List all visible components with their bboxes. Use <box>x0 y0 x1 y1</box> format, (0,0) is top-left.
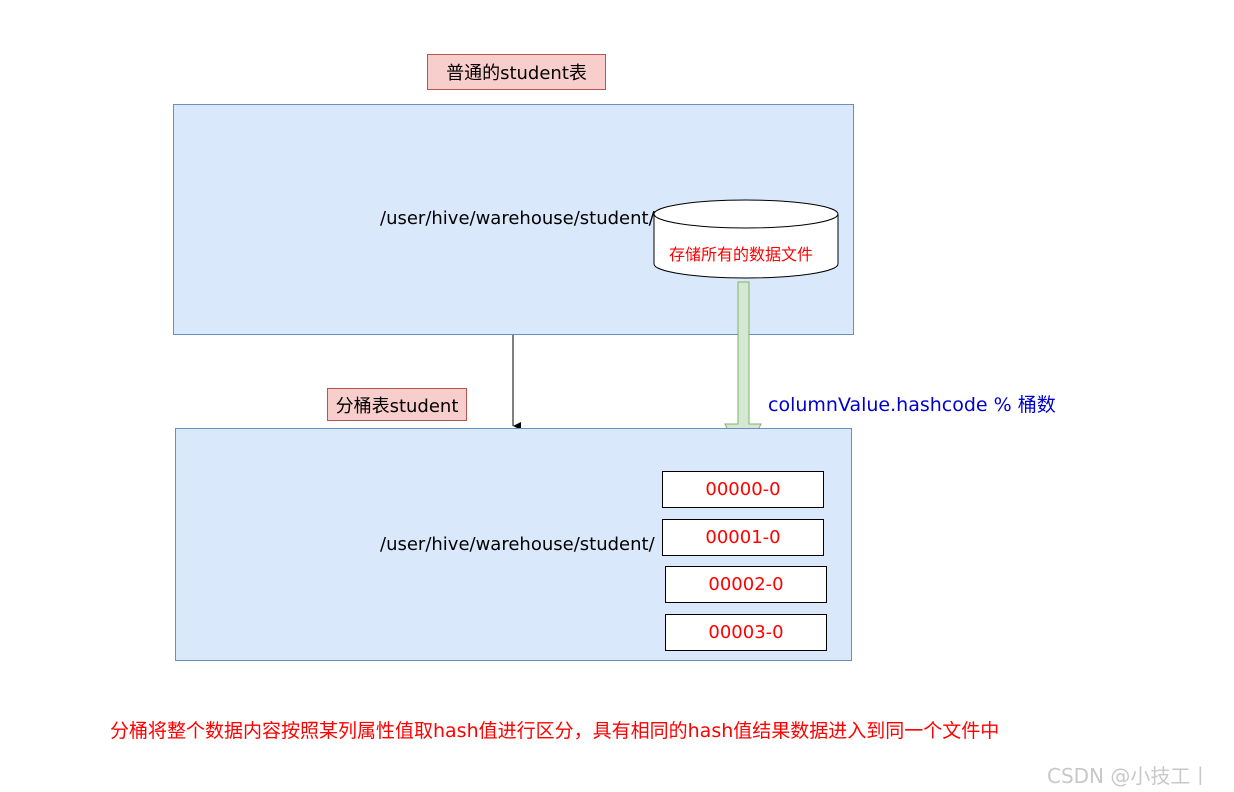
bucket-file-label: 00000-0 <box>705 479 781 500</box>
bucketing-caption: 分桶将整个数据内容按照某列属性值取hash值进行区分，具有相同的hash值结果数… <box>110 720 1000 742</box>
bucket-file: 00000-0 <box>662 471 824 508</box>
csdn-watermark: CSDN @小技工丨 <box>1047 764 1211 788</box>
bucket-file: 00003-0 <box>665 614 827 651</box>
bucket-table-label-text: 分桶表student <box>335 395 459 417</box>
bucket-file: 00002-0 <box>665 566 827 603</box>
bucket-table-label: 分桶表student <box>327 388 467 421</box>
bucket-file-label: 00001-0 <box>705 527 781 548</box>
bucket-file-label: 00002-0 <box>708 574 784 595</box>
bucket-table-path: /user/hive/warehouse/student/ <box>380 534 655 555</box>
bucket-file: 00001-0 <box>662 519 824 556</box>
bucket-file-label: 00003-0 <box>708 622 784 643</box>
hash-formula: columnValue.hashcode % 桶数 <box>768 394 1056 416</box>
